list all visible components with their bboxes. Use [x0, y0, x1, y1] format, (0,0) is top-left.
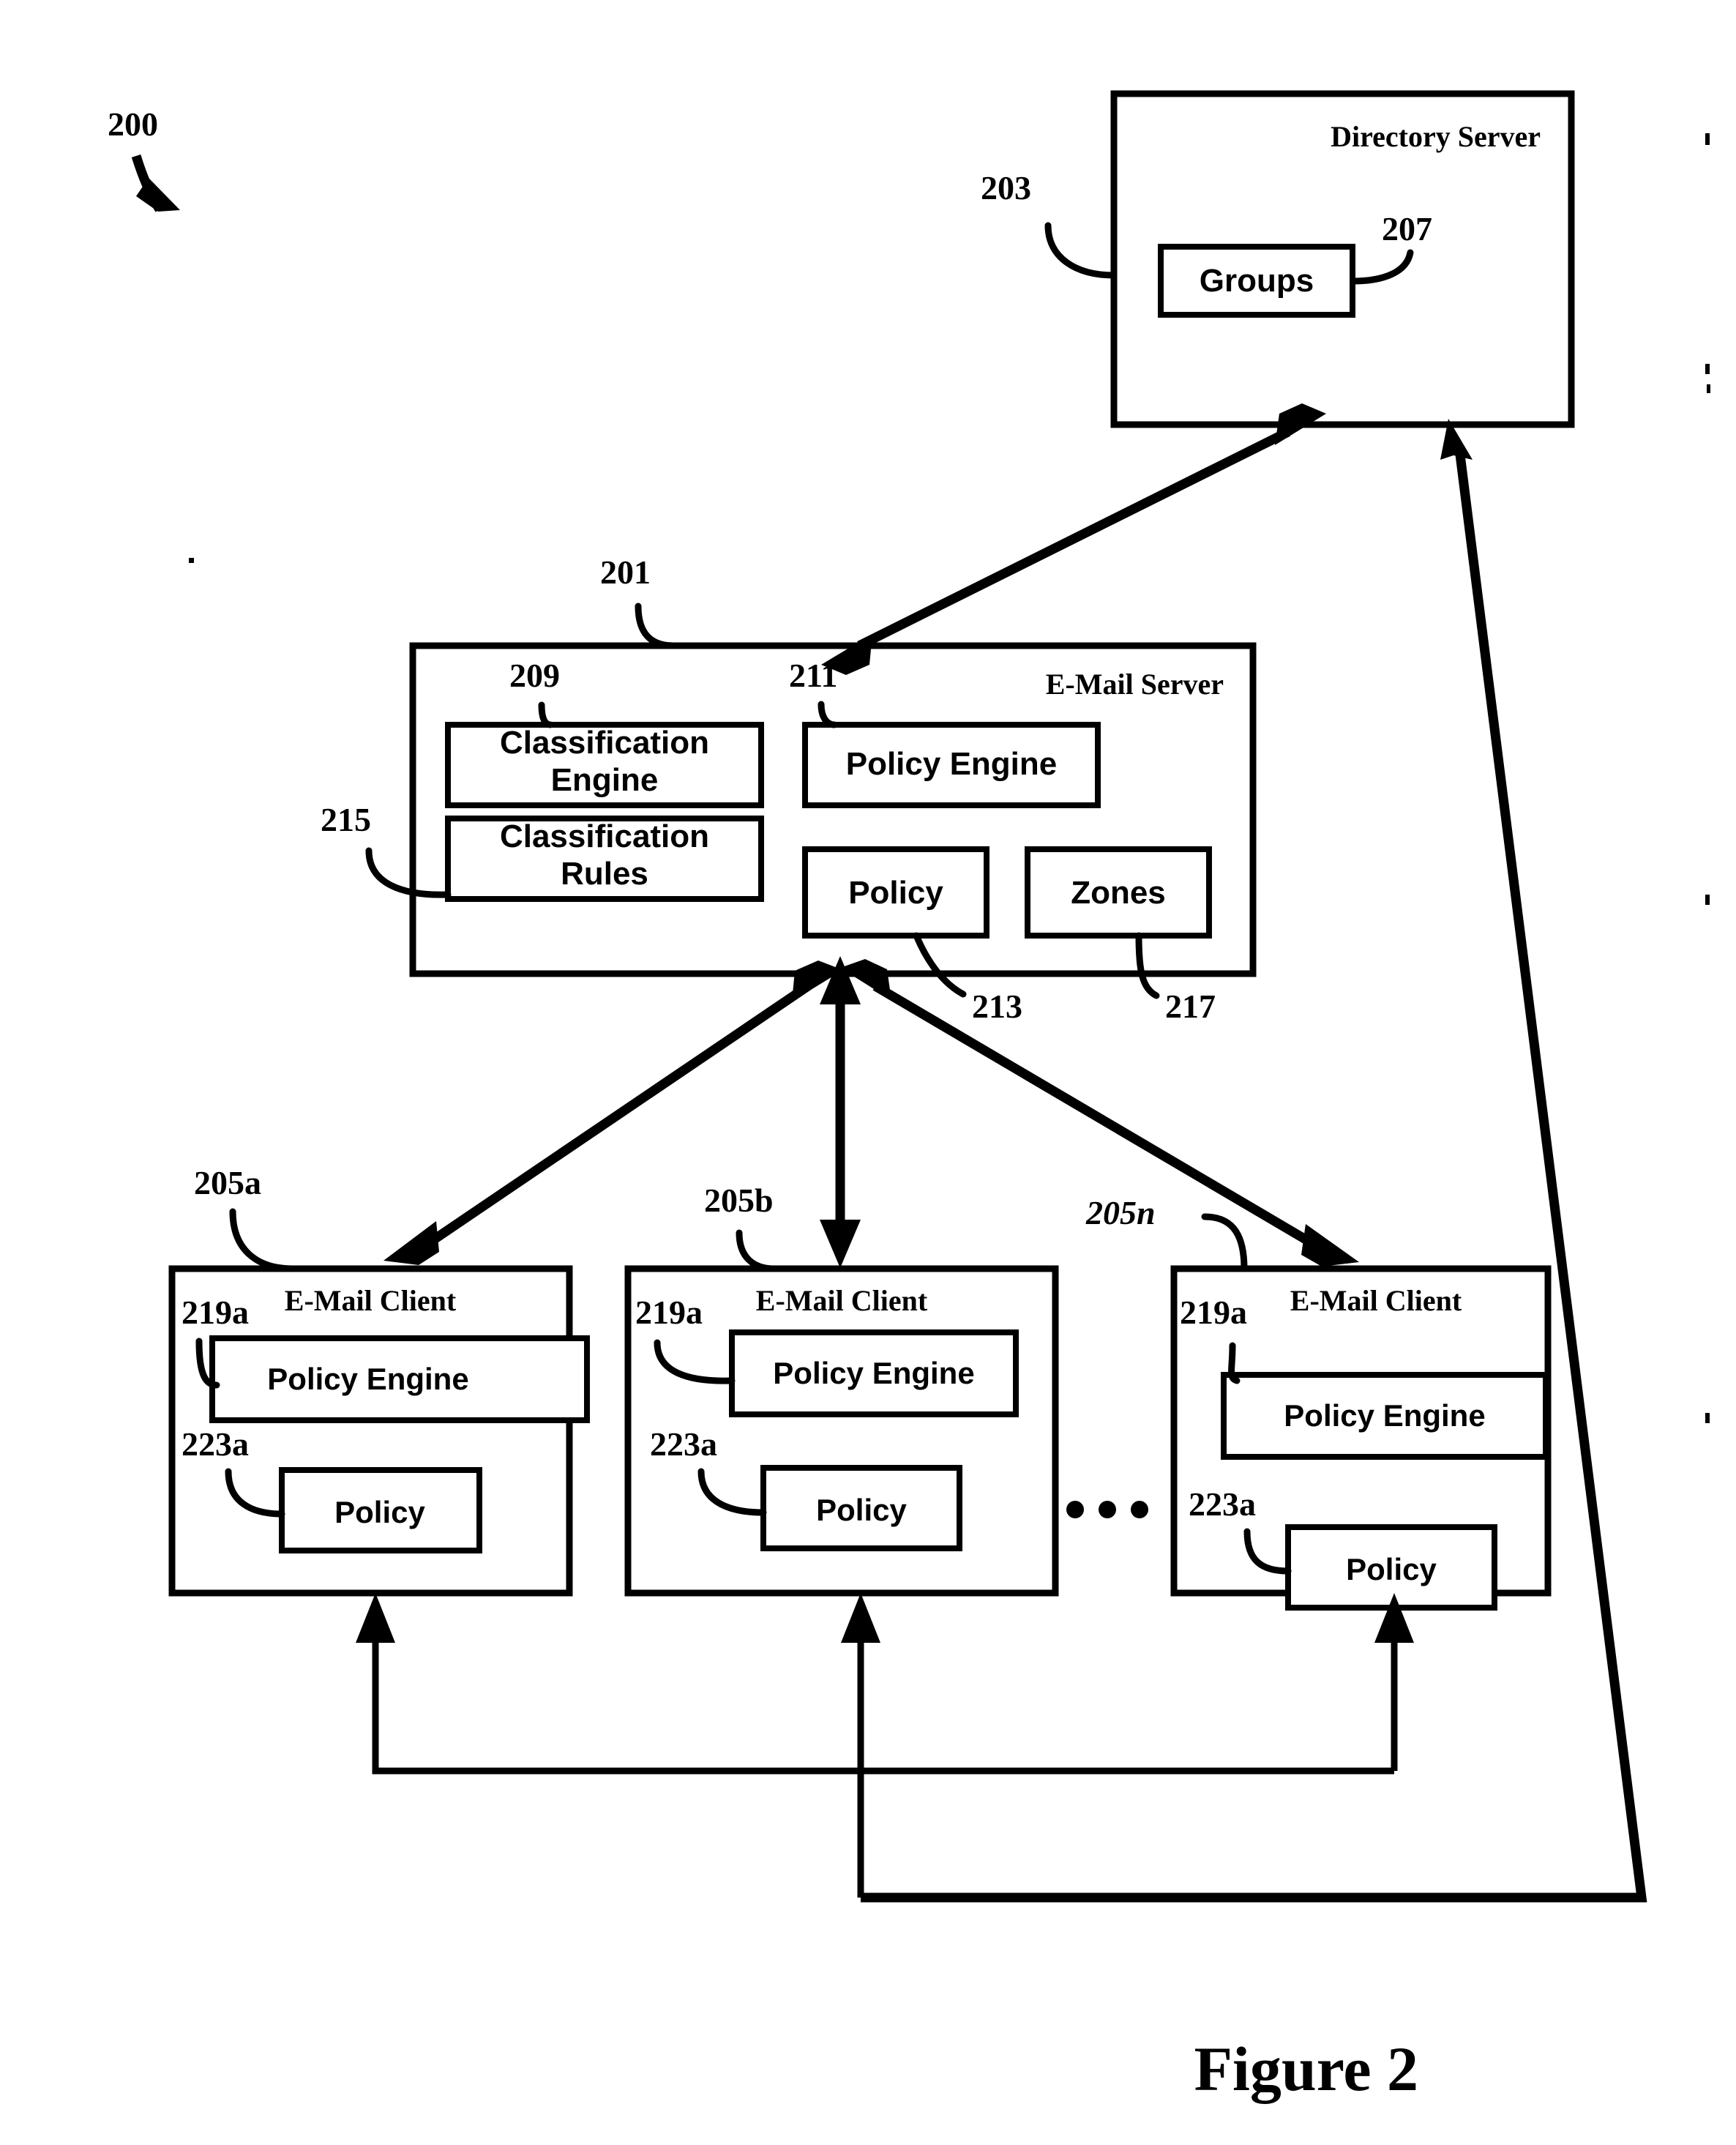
- client-list-ellipsis: [1066, 1501, 1148, 1518]
- ref-label-209: 209: [509, 657, 560, 694]
- ref-label-223a-client-b: 223a: [650, 1425, 717, 1463]
- ref-label-213: 213: [972, 988, 1022, 1025]
- ref-label-205a: 205a: [194, 1164, 261, 1201]
- ref-label-219a-client-a: 219a: [182, 1294, 249, 1331]
- ref-label-223a-client-n: 223a: [1189, 1485, 1256, 1523]
- ref-label-223a-client-a: 223a: [182, 1425, 249, 1463]
- email-client-b-title: E-Mail Client: [756, 1284, 928, 1317]
- groups-label: Groups: [1200, 263, 1314, 299]
- client-b-policy-label: Policy: [816, 1493, 907, 1527]
- ref-label-219a-client-b: 219a: [635, 1294, 703, 1331]
- diagram-canvas: 200 Directory Server Groups 207 203 E-Ma…: [0, 0, 1736, 2145]
- email-server-title: E-Mail Server: [1046, 668, 1224, 701]
- ref-label-203: 203: [981, 169, 1031, 206]
- client-n-policy-label: Policy: [1346, 1552, 1437, 1586]
- classification-rules-label-line2: Rules: [561, 856, 648, 892]
- ref-label-217: 217: [1165, 988, 1216, 1025]
- ref-label-205n: 205n: [1085, 1194, 1156, 1231]
- classification-rules-label-line1: Classification: [500, 818, 709, 854]
- server-zones-label: Zones: [1071, 875, 1166, 911]
- client-n-policy-engine-label: Policy Engine: [1284, 1398, 1485, 1433]
- ref-label-215: 215: [321, 801, 371, 838]
- directory-server-title: Directory Server: [1331, 120, 1541, 153]
- client-a-policy-engine-label: Policy Engine: [267, 1362, 468, 1396]
- ref-label-207: 207: [1382, 210, 1432, 247]
- ref-label-205b: 205b: [704, 1182, 774, 1219]
- ref-label-200: 200: [108, 105, 158, 143]
- patent-figure-2: 200 Directory Server Groups 207 203 E-Ma…: [0, 0, 1736, 2145]
- email-client-n-title: E-Mail Client: [1290, 1284, 1462, 1317]
- client-a-policy-label: Policy: [334, 1495, 425, 1529]
- email-client-a-title: E-Mail Client: [285, 1284, 457, 1317]
- ref-label-219a-client-n: 219a: [1180, 1294, 1247, 1331]
- client-b-policy-engine-label: Policy Engine: [773, 1356, 974, 1390]
- server-policy-label: Policy: [848, 875, 943, 911]
- classification-engine-label-line1: Classification: [500, 725, 709, 761]
- server-policy-engine-label: Policy Engine: [846, 746, 1058, 782]
- classification-engine-label-line2: Engine: [551, 762, 659, 798]
- ref-label-201: 201: [600, 553, 651, 591]
- figure-caption: Figure 2: [1194, 2034, 1418, 2104]
